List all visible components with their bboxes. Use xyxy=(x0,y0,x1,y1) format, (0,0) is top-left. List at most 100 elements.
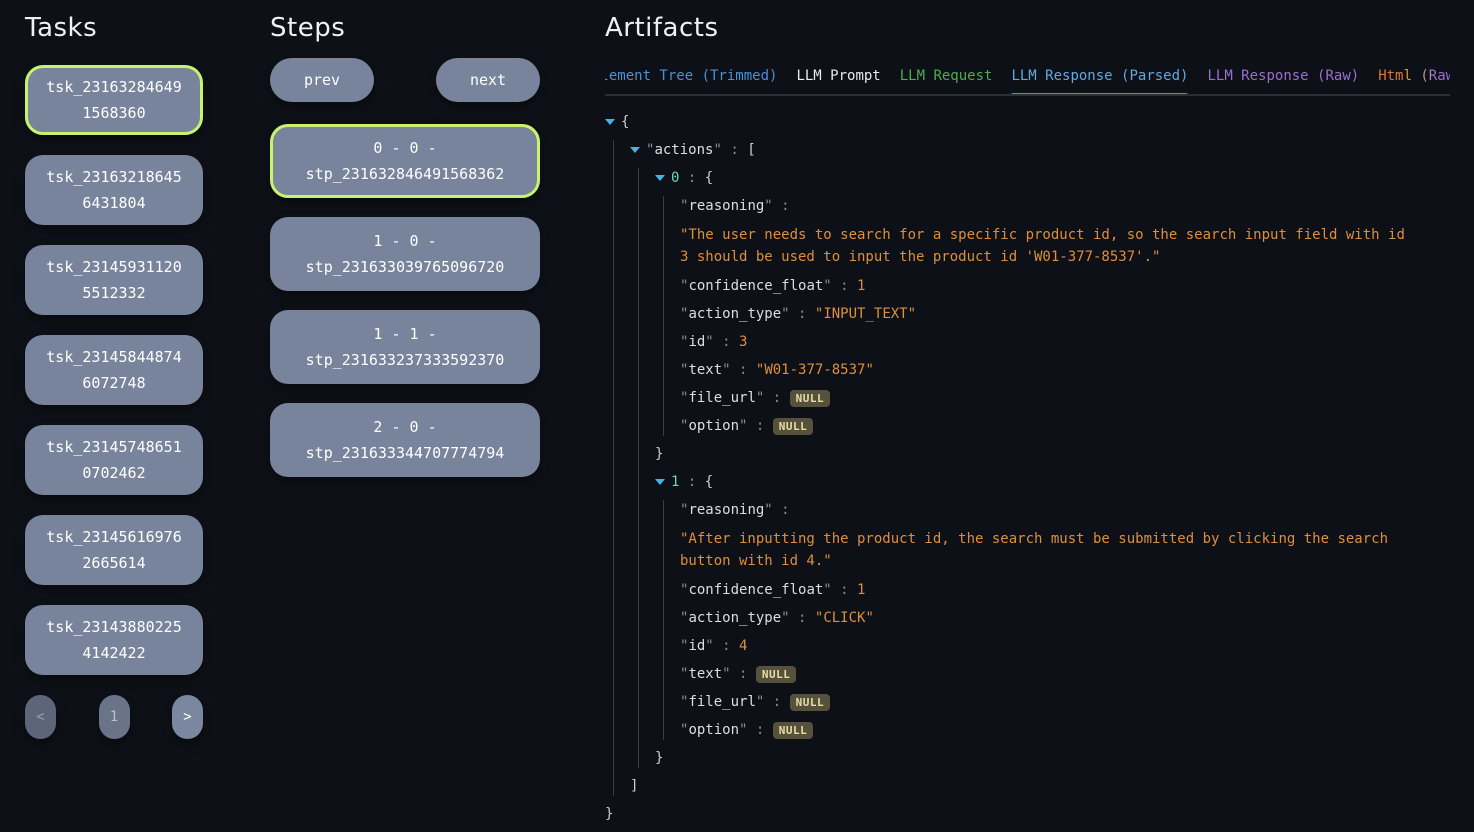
json-entry-row: "reasoning" : xyxy=(680,500,1450,520)
artifacts-title: Artifacts xyxy=(605,12,1450,44)
json-key: reasoning xyxy=(688,198,764,214)
json-string-value: "INPUT_TEXT" xyxy=(815,306,916,322)
json-entry: "text" : NULL xyxy=(680,664,1450,684)
json-entry-row: "id" : 3 xyxy=(680,332,1450,352)
json-entry-row: "file_url" : NULL xyxy=(680,692,1450,712)
json-entry: "reasoning" : "The user needs to search … xyxy=(680,196,1450,268)
json-entry: "action_type" : "INPUT_TEXT" xyxy=(680,304,1450,324)
tab-llm-response-raw[interactable]: LLM Response (Raw) xyxy=(1207,68,1359,84)
null-badge: NULL xyxy=(773,722,814,739)
json-number-value: 1 xyxy=(857,278,865,294)
json-entry: "text" : "W01-377-8537" xyxy=(680,360,1450,380)
null-badge: NULL xyxy=(790,390,831,407)
collapse-toggle-icon[interactable] xyxy=(655,175,665,181)
step-list: 0 - 0 - stp_231632846491568362 1 - 0 - s… xyxy=(270,124,540,477)
tasks-next-page-button[interactable]: > xyxy=(172,695,203,739)
json-entry: "action_type" : "CLICK" xyxy=(680,608,1450,628)
tab-llm-response-parsed[interactable]: LLM Response (Parsed) xyxy=(1011,68,1188,84)
json-entry: "option" : NULL xyxy=(680,416,1450,436)
json-key: id xyxy=(688,334,705,350)
collapse-toggle-icon[interactable] xyxy=(655,479,665,485)
task-button[interactable]: tsk_231438802254142422 xyxy=(25,605,203,675)
json-node: {"actions" : [0 : {"reasoning" : "The us… xyxy=(605,112,1450,824)
collapse-toggle-icon[interactable] xyxy=(630,147,640,153)
null-badge: NULL xyxy=(790,694,831,711)
json-children: "reasoning" : "After inputting the produ… xyxy=(663,500,1450,740)
step-button[interactable]: 2 - 0 - stp_231633344707774794 xyxy=(270,403,540,477)
json-string-value: "W01-377-8537" xyxy=(756,362,874,378)
artifacts-panel: Artifacts Element Tree (Trimmed) LLM Pro… xyxy=(605,12,1450,832)
json-children: 0 : { "reasoning" : "The user needs to se… xyxy=(638,168,1450,768)
json-entry-row: "confidence_float" : 1 xyxy=(680,580,1450,600)
json-children: "reasoning" : "The user needs to search … xyxy=(663,196,1450,436)
steps-next-button[interactable]: next xyxy=(436,58,540,102)
json-entry: "reasoning" : "After inputting the produ… xyxy=(680,500,1450,572)
json-open-row: 0 : { xyxy=(655,168,1450,188)
json-key: file_url xyxy=(688,694,755,710)
json-close-row: } xyxy=(655,444,1450,464)
json-key: confidence_float xyxy=(688,582,823,598)
json-number-value: 3 xyxy=(739,334,747,350)
json-key: action_type xyxy=(688,306,781,322)
tab-element-tree-trimmed[interactable]: Element Tree (Trimmed) xyxy=(605,68,777,84)
json-key: confidence_float xyxy=(688,278,823,294)
task-button[interactable]: tsk_231458448746072748 xyxy=(25,335,203,405)
task-button[interactable]: tsk_231459311205512332 xyxy=(25,245,203,315)
json-entry: "option" : NULL xyxy=(680,720,1450,740)
json-entry-row: "confidence_float" : 1 xyxy=(680,276,1450,296)
json-number-value: 1 xyxy=(857,582,865,598)
json-key: id xyxy=(688,638,705,654)
json-key: text xyxy=(688,362,722,378)
artifacts-tabs: Element Tree (Trimmed) LLM Prompt LLM Re… xyxy=(605,68,1450,96)
json-entry-row: "action_type" : "CLICK" xyxy=(680,608,1450,628)
json-children: "actions" : [0 : {"reasoning" : "The use… xyxy=(613,140,1450,796)
json-node: "actions" : [0 : {"reasoning" : "The use… xyxy=(630,140,1450,796)
step-button[interactable]: 1 - 1 - stp_231633237333592370 xyxy=(270,310,540,384)
json-key: option xyxy=(688,418,739,434)
task-button[interactable]: tsk_231457486510702462 xyxy=(25,425,203,495)
json-string-value: "CLICK" xyxy=(815,610,874,626)
json-node: 1 : { "reasoning" : "After inputting the … xyxy=(655,472,1450,768)
step-button[interactable]: 1 - 0 - stp_231633039765096720 xyxy=(270,217,540,291)
tasks-panel: Tasks tsk_231632846491568360 tsk_2316321… xyxy=(25,12,203,739)
json-close-row: ] xyxy=(630,776,1450,796)
tasks-prev-page-button[interactable]: < xyxy=(25,695,56,739)
tasks-title: Tasks xyxy=(25,12,203,44)
steps-prev-button[interactable]: prev xyxy=(270,58,374,102)
tasks-pagination: < 1 > xyxy=(25,695,203,739)
json-entry-row: "id" : 4 xyxy=(680,636,1450,656)
tab-llm-prompt[interactable]: LLM Prompt xyxy=(796,68,880,84)
json-tree-viewer: {"actions" : [0 : {"reasoning" : "The us… xyxy=(605,112,1450,824)
task-button[interactable]: tsk_231632186456431804 xyxy=(25,155,203,225)
json-key: text xyxy=(688,666,722,682)
json-string-value: "After inputting the product id, the sea… xyxy=(680,528,1417,572)
json-entry: "file_url" : NULL xyxy=(680,692,1450,712)
json-key: actions xyxy=(654,142,713,158)
json-entry-row: "reasoning" : xyxy=(680,196,1450,216)
json-open-row: 1 : { xyxy=(655,472,1450,492)
json-entry-row: "text" : NULL xyxy=(680,664,1450,684)
task-button[interactable]: tsk_231632846491568360 xyxy=(25,65,203,135)
json-key: option xyxy=(688,722,739,738)
tab-html-raw[interactable]: Html (Raw) xyxy=(1378,68,1450,84)
steps-title: Steps xyxy=(270,12,540,44)
json-entry-row: "option" : NULL xyxy=(680,720,1450,740)
tab-llm-request[interactable]: LLM Request xyxy=(900,68,993,84)
json-close-row: } xyxy=(655,748,1450,768)
json-close-row: } xyxy=(605,804,1450,824)
steps-nav-row: prev next xyxy=(270,58,540,102)
json-key: reasoning xyxy=(688,502,764,518)
json-key: file_url xyxy=(688,390,755,406)
step-button[interactable]: 0 - 0 - stp_231632846491568362 xyxy=(270,124,540,198)
json-entry: "confidence_float" : 1 xyxy=(680,580,1450,600)
json-entry-row: "action_type" : "INPUT_TEXT" xyxy=(680,304,1450,324)
collapse-toggle-icon[interactable] xyxy=(605,119,615,125)
json-entry: "confidence_float" : 1 xyxy=(680,276,1450,296)
tasks-page-number-button[interactable]: 1 xyxy=(99,695,130,739)
json-entry: "id" : 3 xyxy=(680,332,1450,352)
json-entry: "id" : 4 xyxy=(680,636,1450,656)
json-key: action_type xyxy=(688,610,781,626)
steps-panel: Steps prev next 0 - 0 - stp_231632846491… xyxy=(270,12,540,496)
json-entry: "file_url" : NULL xyxy=(680,388,1450,408)
task-button[interactable]: tsk_231456169762665614 xyxy=(25,515,203,585)
